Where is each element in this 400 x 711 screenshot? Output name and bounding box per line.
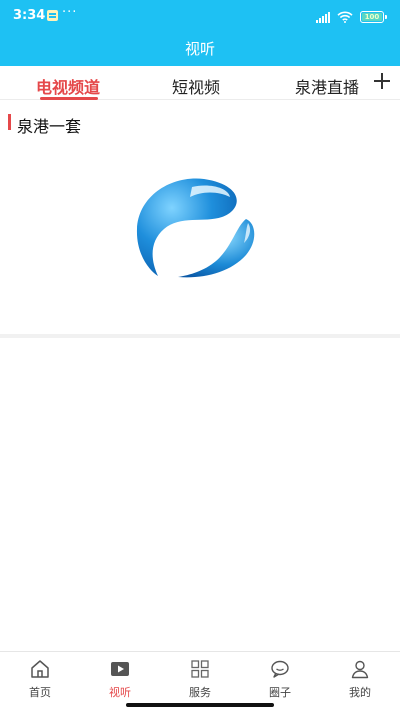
status-bar: 3:34 ··· 100 — [0, 0, 400, 32]
nav-item-services[interactable]: 服务 — [170, 658, 230, 702]
battery-icon: 100 — [360, 11, 387, 23]
section-divider — [0, 334, 400, 338]
nav-label-profile: 我的 — [349, 686, 371, 699]
play-icon — [111, 662, 129, 676]
active-tab-indicator — [40, 97, 98, 100]
chat-bubble-icon — [271, 660, 289, 678]
home-icon — [31, 660, 49, 678]
status-indicators: 100 — [316, 9, 387, 23]
grid-icon — [191, 660, 209, 678]
person-icon — [351, 660, 369, 679]
channel-card[interactable]: 泉港一套 — [0, 101, 400, 334]
nav-item-home[interactable]: 首页 — [10, 658, 70, 702]
nav-item-profile[interactable]: 我的 — [330, 658, 390, 702]
nav-item-community[interactable]: 圈子 — [250, 658, 310, 702]
wifi-icon — [337, 11, 353, 23]
status-time: 3:34 — [13, 8, 46, 23]
channel-logo-icon[interactable] — [132, 173, 272, 281]
nav-label-home: 首页 — [29, 686, 51, 699]
tab-tv-channels[interactable]: 电视频道 — [36, 74, 100, 98]
channel-tabs: 电视频道 短视频 泉港直播 — [0, 66, 400, 100]
message-notification-icon — [47, 10, 58, 21]
tab-short-videos[interactable]: 短视频 — [172, 74, 220, 98]
tab-quangang-live[interactable]: 泉港直播 — [295, 74, 359, 98]
home-indicator[interactable] — [126, 703, 274, 707]
nav-label-media: 视听 — [109, 686, 131, 699]
nav-item-media[interactable]: 视听 — [90, 658, 150, 702]
page-title: 视听 — [184, 40, 215, 58]
add-tab-icon[interactable] — [374, 73, 390, 89]
signal-icon — [316, 12, 330, 23]
bottom-navigation: 首页 视听 服务 圈子 我的 — [0, 651, 400, 711]
section-accent-bar — [8, 114, 11, 130]
channel-title: 泉港一套 — [17, 117, 82, 136]
nav-label-services: 服务 — [189, 686, 211, 699]
more-notifications-indicator: ··· — [62, 5, 78, 20]
app-header: 3:34 ··· 100 视听 — [0, 0, 400, 66]
nav-label-community: 圈子 — [269, 686, 291, 699]
